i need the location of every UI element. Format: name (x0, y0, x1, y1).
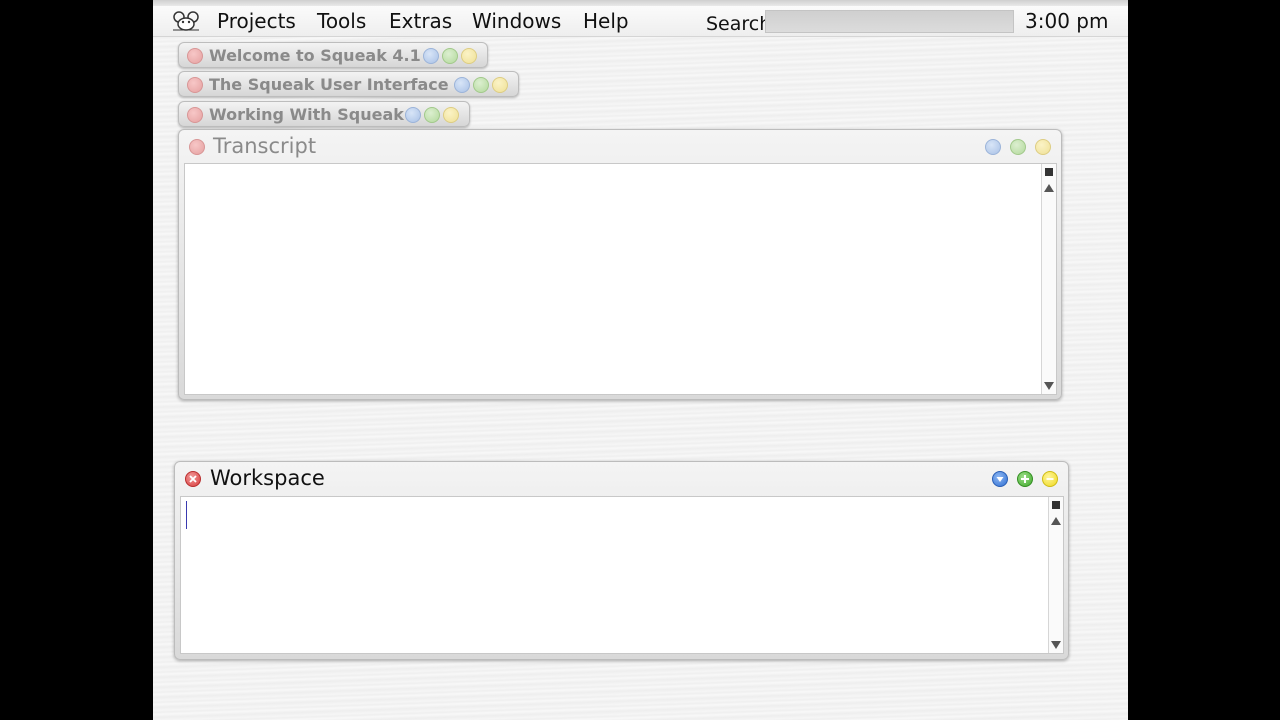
window-title: The Squeak User Interface (209, 75, 449, 94)
menu-help[interactable]: Help (583, 9, 629, 33)
collapse-icon[interactable] (443, 107, 459, 123)
menu-tools[interactable]: Tools (317, 9, 366, 33)
squeak-mouse-icon[interactable] (171, 10, 201, 32)
scroll-up-arrow-icon[interactable] (1051, 517, 1061, 525)
collapse-icon[interactable] (1042, 471, 1058, 487)
window-menu-icon[interactable] (454, 77, 470, 93)
window-title: Working With Squeak (209, 105, 404, 124)
window-menu-icon[interactable] (992, 471, 1008, 487)
close-icon[interactable] (189, 139, 205, 155)
transcript-title: Transcript (213, 134, 317, 158)
workspace-window[interactable]: Workspace (174, 461, 1069, 660)
close-icon[interactable] (185, 471, 201, 487)
collapsed-window-working[interactable]: Working With Squeak (178, 101, 470, 127)
transcript-pane[interactable] (184, 163, 1057, 395)
squeak-desktop[interactable]: Projects Tools Extras Windows Help Searc… (153, 0, 1128, 720)
expand-icon[interactable] (1010, 139, 1026, 155)
expand-icon[interactable] (442, 48, 458, 64)
workspace-scrollbar[interactable] (1048, 497, 1063, 653)
expand-icon[interactable] (473, 77, 489, 93)
scroll-up-arrow-icon[interactable] (1044, 184, 1054, 192)
scroll-down-arrow-icon[interactable] (1044, 382, 1054, 390)
menu-projects[interactable]: Projects (217, 9, 296, 33)
collapse-icon[interactable] (1035, 139, 1051, 155)
close-icon[interactable] (187, 77, 203, 93)
workspace-pane[interactable] (180, 496, 1064, 654)
menu-windows[interactable]: Windows (472, 9, 561, 33)
search-label: Search (706, 13, 766, 35)
close-icon[interactable] (187, 48, 203, 64)
window-menu-icon[interactable] (985, 139, 1001, 155)
collapse-icon[interactable] (492, 77, 508, 93)
transcript-window[interactable]: Transcript (178, 129, 1062, 400)
scrollbar-menu-icon[interactable] (1052, 501, 1060, 509)
search-input[interactable] (765, 10, 1014, 33)
expand-icon[interactable] (424, 107, 440, 123)
workspace-title: Workspace (210, 466, 325, 490)
collapsed-window-ui[interactable]: The Squeak User Interface (178, 71, 519, 97)
scroll-down-arrow-icon[interactable] (1051, 641, 1061, 649)
window-title: Welcome to Squeak 4.1 (209, 46, 421, 65)
text-cursor (186, 501, 187, 529)
collapse-icon[interactable] (461, 48, 477, 64)
window-menu-icon[interactable] (423, 48, 439, 64)
expand-icon[interactable] (1017, 471, 1033, 487)
close-icon[interactable] (187, 107, 203, 123)
scrollbar-menu-icon[interactable] (1045, 168, 1053, 176)
collapsed-window-welcome[interactable]: Welcome to Squeak 4.1 (178, 42, 488, 68)
clock: 3:00 pm (1025, 9, 1109, 33)
window-menu-icon[interactable] (405, 107, 421, 123)
menu-bar: Projects Tools Extras Windows Help Searc… (153, 6, 1128, 37)
menu-extras[interactable]: Extras (389, 9, 452, 33)
transcript-scrollbar[interactable] (1041, 164, 1056, 394)
